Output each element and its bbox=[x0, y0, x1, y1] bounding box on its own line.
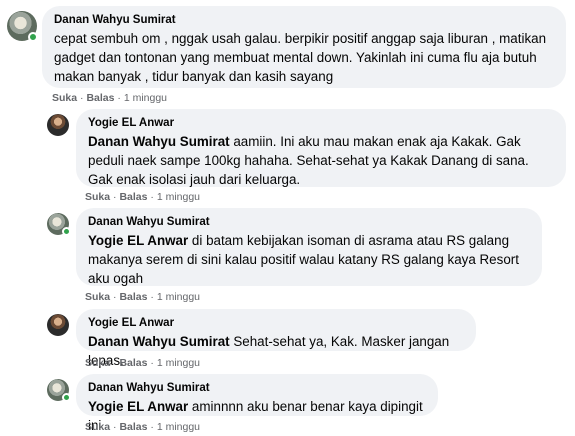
comment-actions: Suka · Balas · 1 minggu bbox=[85, 191, 201, 203]
comment-text: cepat sembuh om , nggak usah galau. berp… bbox=[54, 31, 547, 84]
mention-link[interactable]: Danan Wahyu Sumirat bbox=[88, 334, 230, 349]
comment-actions: Suka · Balas · 1 minggu bbox=[85, 291, 201, 303]
reply-link[interactable]: Balas bbox=[119, 191, 147, 203]
comment-bubble: Danan Wahyu Sumirat Yogie EL Anwar aminn… bbox=[76, 374, 438, 433]
comment-author[interactable]: Yogie EL Anwar bbox=[88, 116, 554, 131]
comment-actions: Suka · Balas · 1 minggu bbox=[85, 421, 201, 433]
comment-author[interactable]: Yogie EL Anwar bbox=[88, 316, 464, 331]
like-link[interactable]: Suka bbox=[85, 421, 110, 433]
reply-link[interactable]: Balas bbox=[119, 291, 147, 303]
mention-link[interactable]: Danan Wahyu Sumirat bbox=[88, 134, 230, 149]
reply-link[interactable]: Balas bbox=[119, 421, 147, 433]
avatar[interactable] bbox=[47, 114, 69, 136]
online-status-icon bbox=[62, 393, 71, 402]
comment-bubble: Yogie EL Anwar Danan Wahyu Sumirat aamii… bbox=[76, 109, 566, 187]
like-link[interactable]: Suka bbox=[52, 92, 77, 104]
like-link[interactable]: Suka bbox=[85, 191, 110, 203]
online-status-icon bbox=[62, 227, 71, 236]
comment-timestamp[interactable]: 1 minggu bbox=[157, 421, 200, 433]
avatar[interactable] bbox=[47, 314, 69, 336]
comment-bubble: Yogie EL Anwar Danan Wahyu Sumirat Sehat… bbox=[76, 309, 476, 368]
mention-link[interactable]: Yogie EL Anwar bbox=[88, 233, 188, 248]
comment-timestamp[interactable]: 1 minggu bbox=[157, 191, 200, 203]
reply-link[interactable]: Balas bbox=[86, 92, 114, 104]
mention-link[interactable]: Yogie EL Anwar bbox=[88, 399, 188, 414]
comment-actions: Suka · Balas · 1 minggu bbox=[52, 92, 168, 104]
comment-author[interactable]: Danan Wahyu Sumirat bbox=[88, 381, 426, 396]
comment-text: Danan Wahyu Sumirat aamiin. Ini aku mau … bbox=[88, 134, 529, 187]
comment-text: Yogie EL Anwar di batam kebijakan isoman… bbox=[88, 233, 519, 286]
online-status-icon bbox=[28, 32, 38, 42]
like-link[interactable]: Suka bbox=[85, 357, 110, 369]
comment-timestamp[interactable]: 1 minggu bbox=[157, 291, 200, 303]
comment-timestamp[interactable]: 1 minggu bbox=[124, 92, 167, 104]
reply-link[interactable]: Balas bbox=[119, 357, 147, 369]
comment-actions: Suka · Balas · 1 minggu bbox=[85, 357, 201, 369]
like-link[interactable]: Suka bbox=[85, 291, 110, 303]
comment-timestamp[interactable]: 1 minggu bbox=[157, 357, 200, 369]
comment-bubble: Danan Wahyu Sumirat Yogie EL Anwar di ba… bbox=[76, 208, 542, 286]
comment-author[interactable]: Danan Wahyu Sumirat bbox=[54, 13, 554, 28]
comment-author[interactable]: Danan Wahyu Sumirat bbox=[88, 215, 530, 230]
comment-bubble: Danan Wahyu Sumirat cepat sembuh om , ng… bbox=[42, 6, 566, 88]
